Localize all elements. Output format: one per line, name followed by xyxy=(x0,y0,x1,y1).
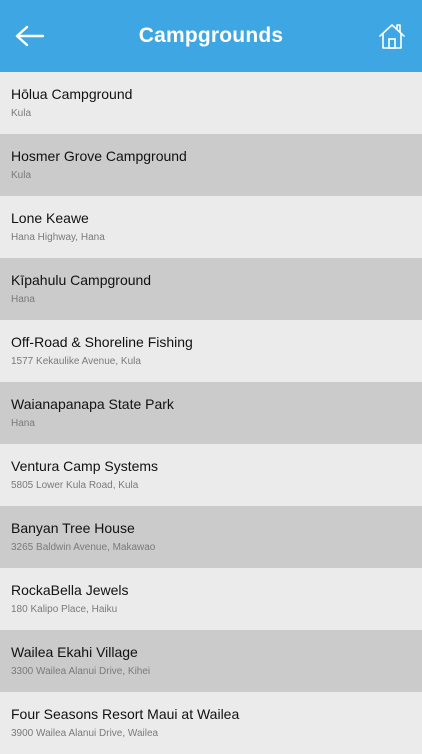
list-item-title: Hōlua Campground xyxy=(11,86,133,102)
list-item[interactable]: Off-Road & Shoreline Fishing 1577 Kekauli… xyxy=(0,320,422,382)
list-item-subtitle: 5805 Lower Kula Road, Kula xyxy=(11,480,139,491)
list-item-subtitle: Hana xyxy=(11,294,35,305)
list-item-subtitle: Hana Highway, Hana xyxy=(11,232,105,243)
list-item-subtitle: Hana xyxy=(11,418,35,429)
list-item-title: Lone Keawe xyxy=(11,210,89,226)
list-item-title: Ventura Camp Systems xyxy=(11,458,159,474)
list-item-subtitle: 180 Kalipo Place, Haiku xyxy=(11,604,118,615)
list-item-title: Wailea Ekahi Village xyxy=(11,644,138,660)
page-title: Campgrounds xyxy=(138,24,284,47)
list-item-subtitle: 1577 Kekaulike Avenue, Kula xyxy=(11,356,141,367)
list-item[interactable]: Waianapanapa State Park Hana xyxy=(0,382,422,444)
list-item[interactable]: Hōlua Campground Kula xyxy=(0,72,422,134)
list-item-title: Four Seasons Resort Maui at Wailea xyxy=(11,706,240,722)
list-item-subtitle: 3265 Baldwin Avenue, Makawao xyxy=(11,542,156,553)
list-item-title: Waianapanapa State Park xyxy=(11,396,174,412)
list-item[interactable]: Kīpahulu Campground Hana xyxy=(0,258,422,320)
list-item-subtitle: 3900 Wailea Alanui Drive, Wailea xyxy=(11,728,159,739)
list-item[interactable]: Banyan Tree House 3265 Baldwin Avenue, Ma… xyxy=(0,506,422,568)
list-item-title: Off-Road & Shoreline Fishing xyxy=(11,334,193,350)
list-item[interactable]: Lone Keawe Hana Highway, Hana xyxy=(0,196,422,258)
list-item[interactable]: Wailea Ekahi Village 3300 Wailea Alanui D… xyxy=(0,630,422,692)
campground-list: Hōlua Campground Kula Hosmer Grove Campgro… xyxy=(0,72,422,754)
navigation-bar: Campgrounds xyxy=(0,0,422,72)
list-item-subtitle: Kula xyxy=(11,108,32,119)
list-item-title: Banyan Tree House xyxy=(11,520,135,536)
home-button[interactable] xyxy=(374,18,410,54)
list-item-subtitle: Kula xyxy=(11,170,32,181)
list-item-title: Hosmer Grove Campground xyxy=(11,148,187,164)
list-item[interactable]: Hosmer Grove Campground Kula xyxy=(0,134,422,196)
list-item[interactable]: Ventura Camp Systems 5805 Lower Kula Road… xyxy=(0,444,422,506)
list-item-title: RockaBella Jewels xyxy=(11,582,129,598)
list-item-subtitle: 3300 Wailea Alanui Drive, Kihei xyxy=(11,666,151,677)
home-icon xyxy=(379,24,405,49)
list-item-title: Kīpahulu Campground xyxy=(11,272,152,288)
list-item[interactable]: RockaBella Jewels 180 Kalipo Place, Haiku xyxy=(0,568,422,630)
list-item[interactable]: Four Seasons Resort Maui at Wailea 3900 W… xyxy=(0,692,422,754)
